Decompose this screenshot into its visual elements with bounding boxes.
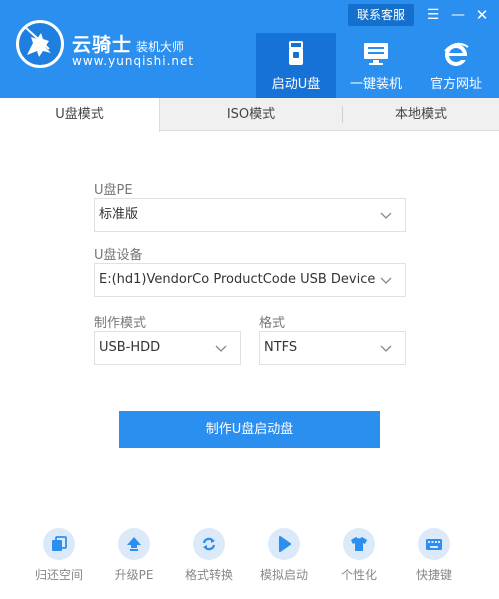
tool-label: 快捷键 [415, 568, 452, 582]
simulate-play-icon [279, 536, 291, 552]
make-usb-boot-button[interactable]: 制作U盘启动盘 [119, 411, 380, 448]
header-bar: 云骑士 装机大师 www.yunqishi.net 联系客服 ☰ — ✕ 启动U盘… [0, 0, 499, 98]
tool-shortcut-keys[interactable]: 快捷键 [402, 528, 466, 588]
ie-browser-icon [444, 42, 469, 66]
nav-official-site[interactable]: 官方网址 [416, 33, 496, 98]
chevron-down-icon [380, 277, 392, 284]
mode-select[interactable]: USB-HDD [94, 331, 241, 365]
tool-circle [268, 528, 300, 560]
device-label: U盘设备 [94, 248, 143, 263]
pe-label: U盘PE [94, 183, 133, 198]
monitor-icon [364, 43, 388, 65]
mode-label: 制作模式 [94, 316, 147, 331]
device-select-value: E:(hd1)VendorCo ProductCode USB Device [99, 272, 376, 287]
app-url: www.yunqishi.net [72, 54, 195, 68]
nav-label: 一键装机 [349, 77, 402, 92]
nav-startup-usb[interactable]: 启动U盘 [256, 33, 336, 98]
tool-personalize[interactable]: 个性化 [327, 528, 391, 588]
nav-label: 启动U盘 [271, 77, 321, 92]
app-name: 云骑士 装机大师 [72, 34, 185, 56]
format-select[interactable]: NTFS [259, 331, 406, 365]
chevron-down-icon [380, 212, 392, 219]
mode-select-value: USB-HDD [99, 340, 161, 355]
device-select[interactable]: E:(hd1)VendorCo ProductCode USB Device [94, 263, 406, 297]
tool-simulate-boot[interactable]: 模拟启动 [252, 528, 316, 588]
tool-label: 模拟启动 [259, 568, 308, 582]
chevron-down-icon [215, 345, 227, 352]
shirt-icon [351, 537, 367, 551]
convert-icon [202, 537, 216, 551]
usb-drive-icon [289, 41, 303, 65]
format-select-value: NTFS [264, 340, 298, 355]
tool-circle [418, 528, 450, 560]
contact-support-button[interactable]: 联系客服 [348, 4, 414, 26]
tab-usb-mode[interactable]: U盘模式 [0, 98, 160, 132]
pe-select-value: 标准版 [99, 207, 139, 222]
minimize-icon[interactable]: — [448, 4, 468, 26]
tool-circle [193, 528, 225, 560]
tool-circle [343, 528, 375, 560]
tool-upgrade-pe[interactable]: 升级PE [102, 528, 166, 588]
menu-icon[interactable]: ☰ [423, 4, 443, 26]
upgrade-icon [127, 537, 141, 551]
format-label: 格式 [259, 316, 286, 331]
tool-format-convert[interactable]: 格式转换 [177, 528, 241, 588]
tool-label: 升级PE [114, 568, 154, 582]
tab-local-mode[interactable]: 本地模式 [343, 98, 499, 131]
tool-circle [43, 528, 75, 560]
keyboard-icon [426, 539, 442, 550]
close-icon[interactable]: ✕ [472, 4, 492, 26]
mode-tabs: U盘模式 ISO模式 本地模式 [0, 98, 499, 132]
restore-space-icon [52, 536, 67, 551]
tool-label: 格式转换 [184, 568, 233, 582]
chevron-down-icon [380, 345, 392, 352]
tool-circle [118, 528, 150, 560]
pe-select[interactable]: 标准版 [94, 198, 406, 232]
app-subtitle: 装机大师 [136, 40, 185, 54]
tool-label: 个性化 [340, 568, 377, 582]
nav-label: 官方网址 [429, 77, 482, 92]
tool-label: 归还空间 [34, 568, 83, 582]
tool-restore-space[interactable]: 归还空间 [27, 528, 91, 588]
tab-iso-mode[interactable]: ISO模式 [160, 98, 342, 131]
nav-one-click-install[interactable]: 一键装机 [336, 33, 416, 98]
knight-logo-icon [16, 20, 64, 68]
